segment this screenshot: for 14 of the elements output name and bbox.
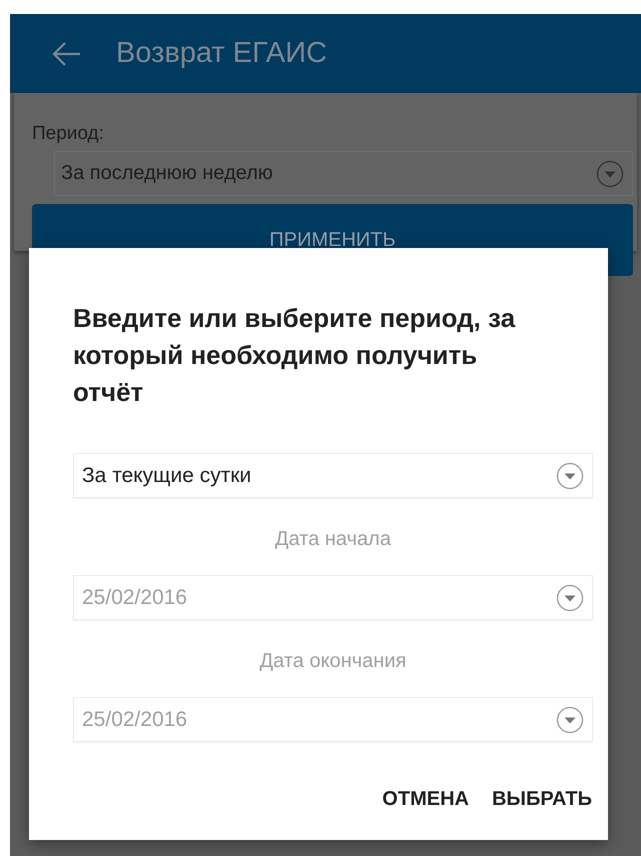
field-label: Дата окончания [258, 650, 408, 673]
dropdown-icon [596, 160, 624, 188]
dropdown-icon [556, 706, 584, 734]
field-label: Дата начала [274, 528, 392, 551]
dialog-title: Введите или выберите период, за который необходимо получить отчёт [73, 302, 516, 409]
period-dropdown[interactable]: За последнюю неделю [54, 151, 633, 196]
dropdown-icon [556, 462, 584, 490]
dropdown-icon [556, 584, 584, 612]
back-arrow-icon[interactable] [52, 40, 82, 66]
screen-title: Возврат ЕГАИС [116, 37, 328, 70]
cancel-button[interactable]: ОТМЕНА [370, 778, 470, 821]
select-button[interactable]: ВЫБРАТЬ [480, 778, 593, 821]
period-label: Период: [32, 123, 105, 145]
dropdown-field[interactable]: За текущие сутки [73, 453, 593, 498]
